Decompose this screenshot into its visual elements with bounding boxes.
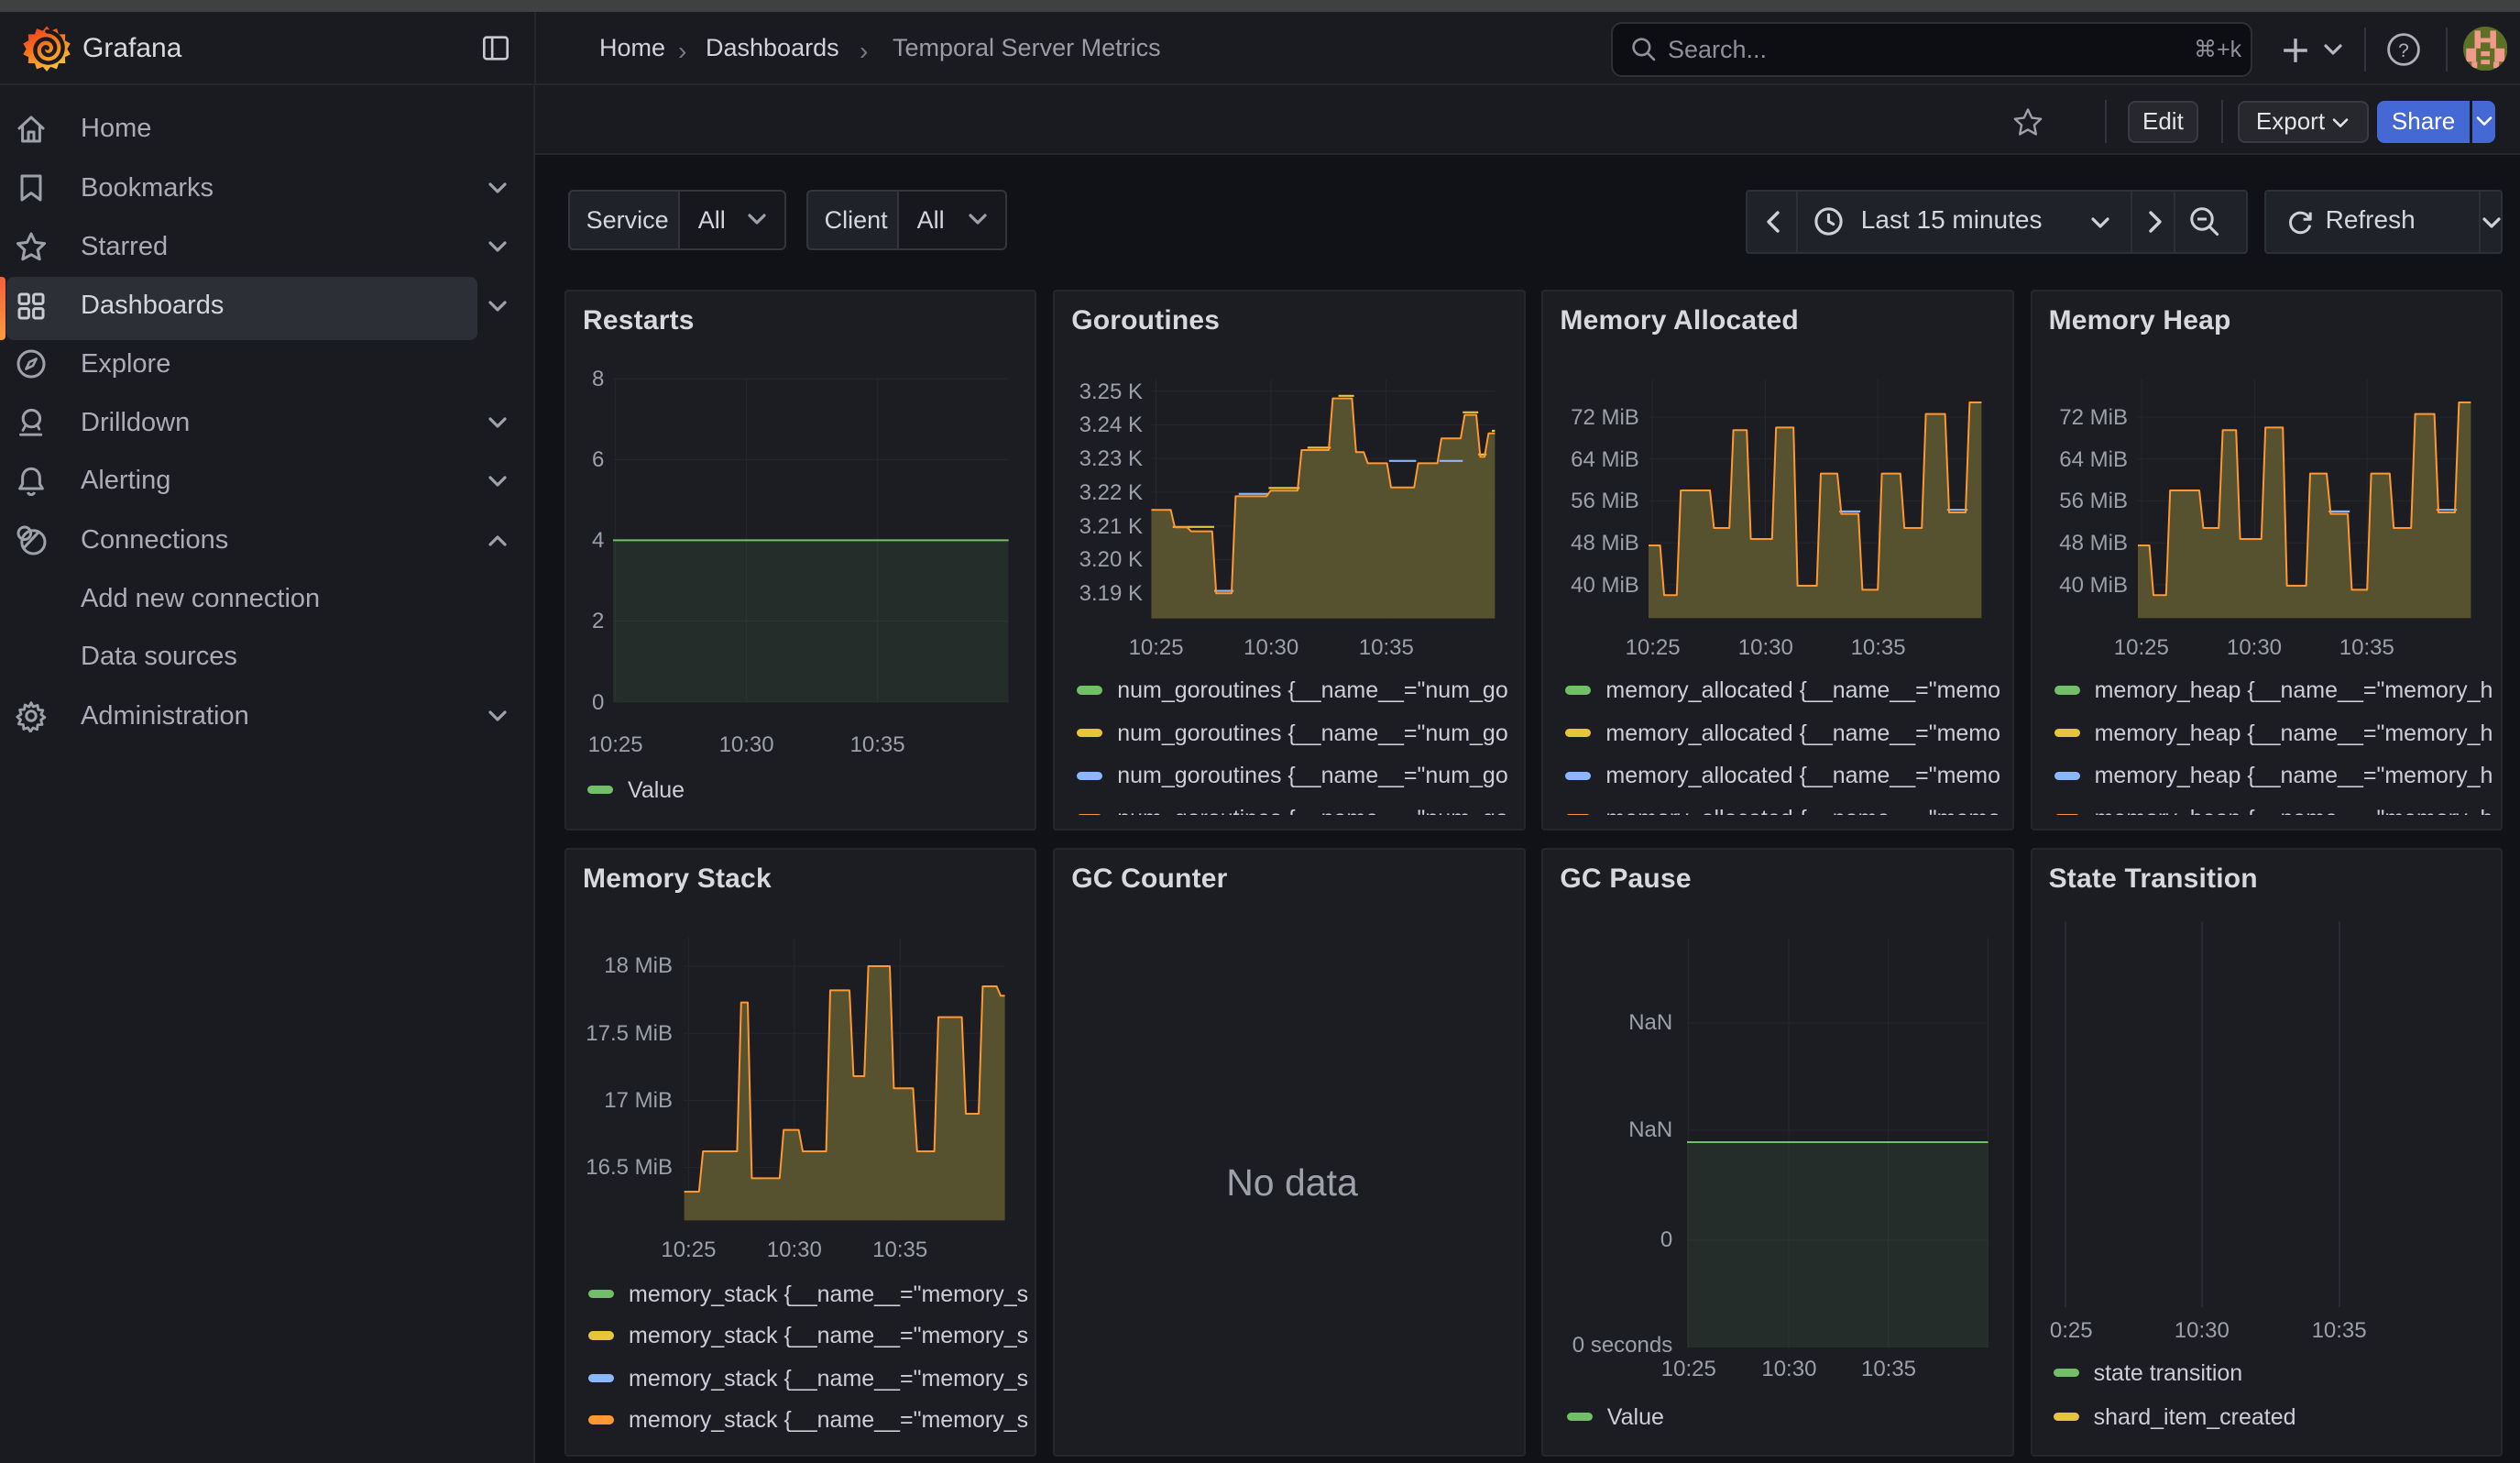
- svg-text:?: ?: [2398, 40, 2409, 61]
